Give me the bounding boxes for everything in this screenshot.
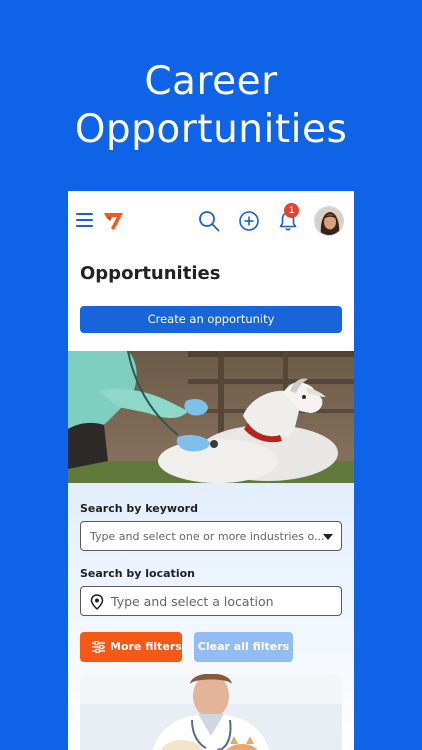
more-filters-button[interactable]: More filters [80, 632, 182, 662]
opportunity-card-image[interactable] [80, 674, 342, 750]
more-filters-label: More filters [110, 640, 182, 653]
app-screen: 1 Opportunities Create an opportunity Se… [68, 191, 354, 750]
keyword-select[interactable]: Type and select one or more industries o… [80, 521, 342, 551]
page-title: Opportunities [80, 263, 221, 284]
app-header: 1 [68, 191, 354, 251]
location-placeholder: Type and select a location [111, 594, 274, 609]
promo-headline-line2: Opportunities [74, 107, 348, 152]
filter-sliders-icon [92, 641, 105, 653]
brand-logo-icon[interactable] [103, 210, 125, 232]
keyword-placeholder: Type and select one or more industries o… [90, 530, 325, 543]
clear-filters-button[interactable]: Clear all filters [194, 632, 293, 662]
search-icon[interactable] [198, 210, 220, 232]
keyword-label: Search by keyword [80, 502, 198, 515]
hero-image-vet-goat [68, 351, 354, 483]
location-pin-icon [90, 594, 104, 610]
user-avatar[interactable] [314, 206, 344, 236]
promo-headline: Career Opportunities [0, 58, 422, 154]
location-input[interactable]: Type and select a location [80, 586, 342, 616]
location-label: Search by location [80, 567, 195, 580]
notification-badge: 1 [284, 203, 299, 218]
dropdown-caret-icon[interactable] [323, 534, 333, 540]
add-circle-icon[interactable] [238, 210, 260, 232]
hamburger-menu-icon[interactable] [76, 213, 93, 227]
create-opportunity-button[interactable]: Create an opportunity [80, 306, 342, 333]
avatar-image [315, 207, 343, 235]
promo-headline-line1: Career [144, 59, 278, 104]
